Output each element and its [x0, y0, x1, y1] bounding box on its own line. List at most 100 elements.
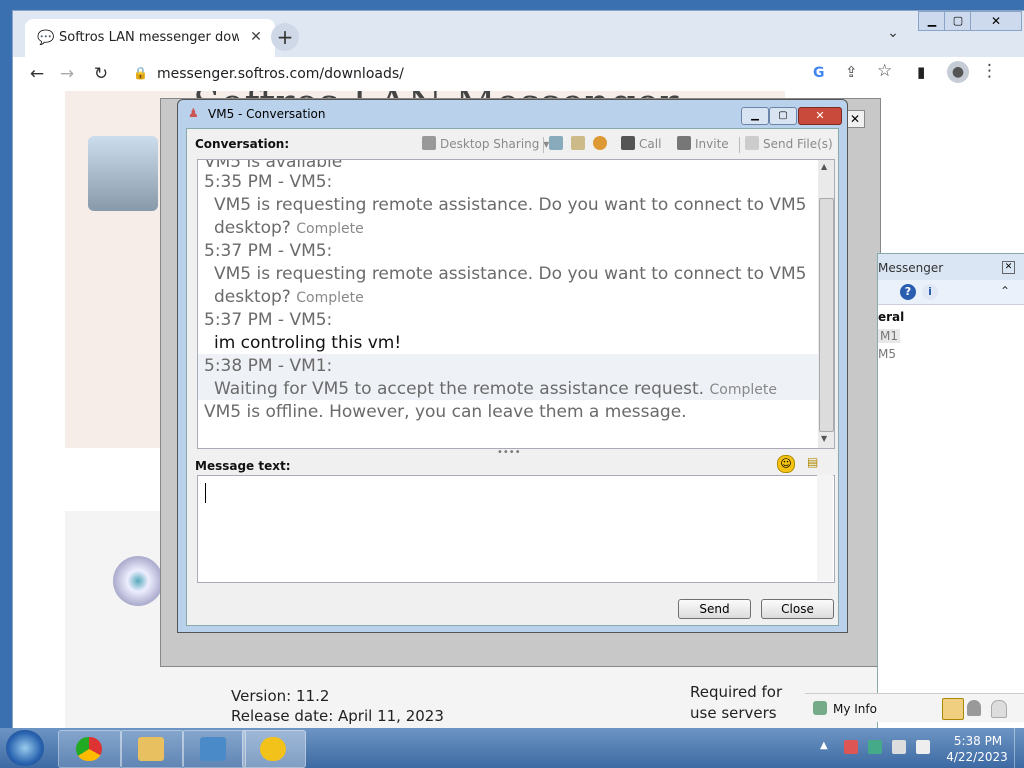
new-tab-button[interactable]: +: [271, 23, 299, 51]
message-text-label: Message text:: [195, 459, 291, 473]
contact-item[interactable]: M5: [878, 347, 896, 361]
scroll-thumb[interactable]: [819, 198, 834, 432]
clock-time[interactable]: 5:38 PM: [948, 734, 1008, 748]
profile-avatar-icon[interactable]: ●: [947, 61, 969, 83]
message-body-text: Waiting for VM5 to accept the remote ass…: [214, 379, 705, 399]
status-online-icon[interactable]: [942, 698, 964, 720]
conversation-history[interactable]: VM5 is available 5:35 PM - VM5: VM5 is r…: [197, 159, 835, 449]
messenger-panel: Messenger ✕ ? i ⌃ eral M1 M5: [877, 253, 1024, 729]
close-window-button[interactable]: ✕: [798, 107, 842, 125]
outer-close-icon[interactable]: ✕: [845, 110, 865, 128]
help-icon[interactable]: ?: [900, 284, 916, 300]
taskbar-network[interactable]: [182, 730, 246, 768]
user-icon: ♟: [188, 106, 199, 120]
side-panel-icon[interactable]: ▮: [917, 63, 925, 81]
taskbar-explorer[interactable]: [120, 730, 184, 768]
tab-close-icon[interactable]: ✕: [247, 28, 265, 46]
network-tray-icon[interactable]: [868, 740, 882, 754]
history-scrollbar[interactable]: ▲ ▼: [818, 160, 834, 448]
taskbar-chrome[interactable]: [58, 730, 122, 768]
tab-strip: 💬 Softros LAN messenger downloa ✕ + ⌄ ▁ …: [13, 11, 1024, 57]
address-bar[interactable]: 🔒 messenger.softros.com/downloads/: [125, 60, 885, 88]
my-info-label[interactable]: My Info: [833, 702, 877, 716]
conversation-body: Conversation: Desktop Sharing ▾ Call Inv…: [186, 128, 839, 626]
settings-button[interactable]: [593, 133, 611, 155]
toolbar-divider: [739, 137, 740, 153]
start-button[interactable]: [6, 730, 44, 766]
user-card-icon: [813, 701, 827, 715]
toolbar-divider: [543, 137, 544, 153]
back-arrow-icon[interactable]: ←: [25, 62, 49, 86]
call-label: Call: [639, 137, 662, 151]
product-box-icon: [88, 136, 158, 211]
message-input[interactable]: [197, 475, 835, 583]
send-files-button[interactable]: Send File(s): [745, 133, 833, 155]
folder-icon: [138, 737, 164, 761]
version-text: Version: 11.2: [231, 687, 330, 705]
google-extension-icon[interactable]: G: [813, 65, 825, 81]
invite-button[interactable]: Invite: [677, 133, 729, 155]
message-header: 5:35 PM - VM5:: [204, 172, 333, 192]
message-body-cont: desktop? Complete: [214, 218, 364, 238]
required-text: Required for use servers: [690, 683, 783, 722]
window-close-button[interactable]: ✕: [970, 11, 1022, 31]
chevron-down-icon[interactable]: ⌄: [883, 25, 903, 45]
gear-icon: [593, 136, 607, 150]
call-button[interactable]: Call: [621, 133, 661, 155]
speech-bubble-icon: 💬: [37, 30, 55, 46]
browser-tab[interactable]: 💬 Softros LAN messenger downloa ✕: [25, 19, 275, 57]
scroll-up-icon[interactable]: ▲: [821, 162, 827, 171]
message-scrollbar[interactable]: [817, 475, 833, 581]
invite-label: Invite: [695, 137, 729, 151]
my-info-bar: My Info: [805, 693, 1024, 722]
attach-file-icon[interactable]: ▤: [807, 455, 823, 471]
messenger-toolbar: ? i ⌃: [878, 280, 1024, 305]
lock-icon[interactable]: 🔒: [133, 66, 149, 82]
window-minimize-button[interactable]: ▁: [918, 11, 946, 31]
taskbar-messenger[interactable]: [242, 730, 306, 768]
cd-disc-icon: [113, 556, 163, 606]
info-icon[interactable]: i: [922, 284, 938, 300]
chevron-up-icon[interactable]: ⌃: [1000, 284, 1010, 298]
window-title: VM5 - Conversation: [208, 107, 326, 121]
desktop-sharing-icon: [422, 136, 436, 150]
splitter-grip[interactable]: ••••: [497, 447, 521, 458]
bookmark-star-icon[interactable]: ☆: [877, 61, 892, 81]
history-button[interactable]: [549, 133, 567, 155]
window-maximize-button[interactable]: ▢: [944, 11, 972, 31]
clock-date[interactable]: 4/22/2023: [944, 750, 1010, 764]
share-icon[interactable]: ⇪: [845, 63, 858, 81]
flag-alert-icon[interactable]: [844, 740, 858, 754]
taskbar: ▲ 5:38 PM 4/22/2023: [0, 728, 1024, 768]
volume-muted-icon[interactable]: [916, 740, 930, 754]
message-body-text: desktop?: [214, 218, 291, 238]
message-header: 5:38 PM - VM1:: [204, 356, 333, 376]
display-tray-icon[interactable]: [892, 740, 906, 754]
history-line: VM5 is available: [204, 159, 343, 172]
kebab-menu-icon[interactable]: ⋮: [981, 61, 998, 81]
show-desktop-button[interactable]: [1014, 728, 1024, 768]
contacts-button[interactable]: [571, 133, 589, 155]
close-button[interactable]: Close: [761, 599, 834, 619]
desktop-sharing-button[interactable]: Desktop Sharing ▾: [422, 133, 549, 155]
scroll-down-icon[interactable]: ▼: [821, 434, 827, 443]
invite-users-icon: [677, 136, 691, 150]
url-text[interactable]: messenger.softros.com/downloads/: [157, 66, 404, 82]
reload-icon[interactable]: ↻: [89, 62, 113, 86]
maximize-button[interactable]: ▢: [769, 107, 797, 125]
send-button[interactable]: Send: [678, 599, 751, 619]
status-away-icon[interactable]: [967, 700, 981, 716]
tray-expand-icon[interactable]: ▲: [820, 740, 828, 751]
offline-note: VM5 is offline. However, you can leave t…: [204, 402, 687, 422]
minimize-button[interactable]: ▁: [741, 107, 769, 125]
smiley-icon[interactable]: ☺: [777, 455, 795, 473]
contact-group[interactable]: eral: [878, 310, 904, 324]
close-icon[interactable]: ✕: [1002, 261, 1015, 274]
message-status: Complete: [709, 382, 777, 398]
status-offline-icon[interactable]: [991, 700, 1007, 718]
message-status: Complete: [296, 221, 364, 237]
contact-item[interactable]: M1: [878, 329, 900, 343]
text-caret: [205, 483, 206, 503]
forward-arrow-icon[interactable]: →: [55, 62, 79, 86]
messenger-titlebar: Messenger ✕: [878, 254, 1024, 280]
